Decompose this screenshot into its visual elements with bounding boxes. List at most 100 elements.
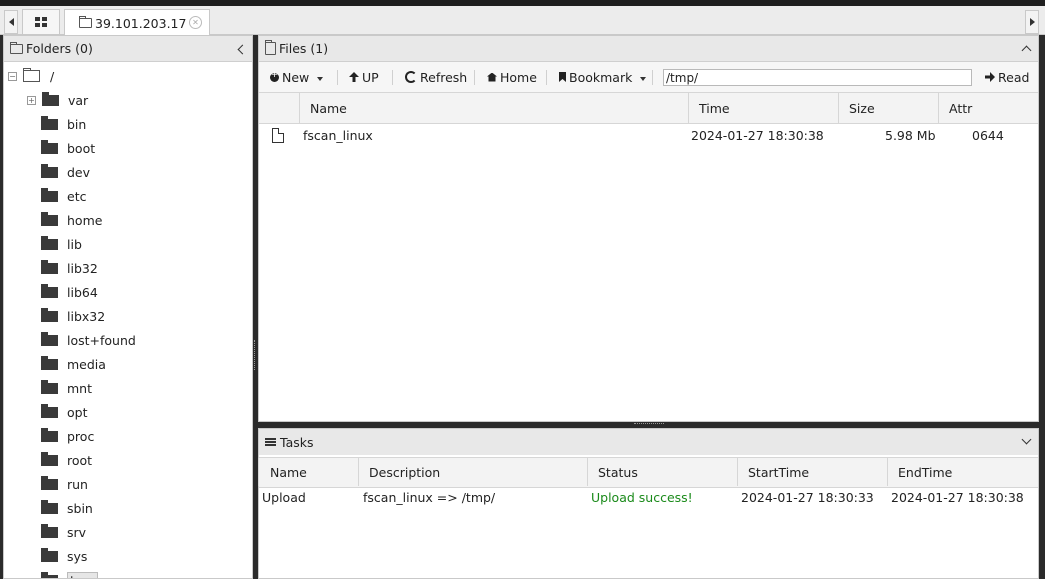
tree-item-proc[interactable]: proc [4, 424, 252, 448]
tree-item-etc[interactable]: etc [4, 184, 252, 208]
tree-item-dev[interactable]: dev [4, 160, 252, 184]
arrow-right-icon [1029, 18, 1035, 26]
bookmark-button-label: Bookmark [569, 69, 633, 85]
tree-item-libx32[interactable]: libx32 [4, 304, 252, 328]
folder-icon [41, 523, 58, 538]
table-row[interactable]: Upload fscan_linux => /tmp/ Upload succe… [259, 490, 1038, 510]
file-icon [272, 128, 284, 143]
folder-icon [10, 41, 23, 54]
tree-item-label: root [67, 452, 93, 468]
tree-item-root[interactable]: − / [4, 64, 252, 88]
task-start-time: 2024-01-27 18:30:33 [741, 490, 874, 505]
close-icon[interactable]: ✕ [189, 16, 202, 29]
tree-item-label: / [50, 68, 55, 84]
tree-item-label: sys [67, 548, 88, 564]
folder-icon [41, 379, 58, 394]
read-button[interactable]: Read [985, 62, 1029, 92]
tree-item-mnt[interactable]: mnt [4, 376, 252, 400]
tree-item-label: run [67, 476, 88, 492]
path-input[interactable] [663, 69, 972, 86]
column-description[interactable]: Description [358, 458, 588, 486]
tree-item-label: lost+found [67, 332, 136, 348]
tree-item-boot[interactable]: boot [4, 136, 252, 160]
tasks-panel-title: Tasks [280, 434, 314, 450]
folder-icon [41, 547, 58, 562]
tree-item-lib64[interactable]: lib64 [4, 280, 252, 304]
column-start-time[interactable]: StartTime [737, 458, 888, 486]
home-icon [487, 72, 497, 82]
column-attr[interactable]: Attr [938, 93, 1038, 123]
tree-item-label: lib32 [67, 260, 98, 276]
expand-down-icon[interactable] [1021, 434, 1032, 445]
folder-icon [41, 283, 58, 298]
column-size[interactable]: Size [838, 93, 939, 123]
folder-icon [41, 475, 58, 490]
files-panel: Files (1) New UP Refresh Home Bookmark [258, 35, 1039, 422]
up-button-label: UP [362, 69, 379, 85]
collapse-up-icon[interactable] [1021, 45, 1032, 56]
files-table-header: Name Time Size Attr [259, 93, 1038, 124]
tree-item-lost-found[interactable]: lost+found [4, 328, 252, 352]
grid-icon [35, 17, 47, 27]
tree-item-home[interactable]: home [4, 208, 252, 232]
column-label: EndTime [898, 464, 953, 480]
tree-item-lib[interactable]: lib [4, 232, 252, 256]
bookmark-button[interactable]: Bookmark [559, 62, 647, 92]
tree-item-label: srv [67, 524, 87, 540]
column-label: Status [598, 464, 638, 480]
files-panel-header: Files (1) [259, 36, 1038, 62]
collapse-toggle-icon[interactable]: − [8, 71, 17, 81]
tree-item-run[interactable]: run [4, 472, 252, 496]
tree-item-tmp[interactable]: tmp [4, 568, 252, 578]
expand-toggle-icon[interactable]: + [27, 95, 36, 105]
tree-item-sbin[interactable]: sbin [4, 496, 252, 520]
column-name[interactable]: Name [299, 93, 689, 123]
tree-item-root-dir[interactable]: root [4, 448, 252, 472]
plus-circle-icon [270, 70, 279, 82]
folders-panel-title: Folders (0) [26, 41, 93, 56]
column-label: StartTime [748, 464, 810, 480]
folder-icon [41, 427, 58, 442]
home-button[interactable]: Home [487, 62, 537, 92]
tree-item-lib32[interactable]: lib32 [4, 256, 252, 280]
tree-item-srv[interactable]: srv [4, 520, 252, 544]
new-button-label: New [282, 69, 310, 85]
tree-item-media[interactable]: media [4, 352, 252, 376]
tree-item-label: bin [67, 116, 87, 132]
tasks-table-header: Name Description Status StartTime EndTim… [258, 457, 1038, 488]
files-panel-title: Files (1) [279, 41, 329, 56]
tab-connection[interactable]: 39.101.203.17 ✕ [64, 9, 210, 36]
folder-open-icon [23, 68, 40, 82]
refresh-button[interactable]: Refresh [405, 62, 467, 92]
tree-item-opt[interactable]: opt [4, 400, 252, 424]
tree-item-bin[interactable]: bin [4, 112, 252, 136]
files-toolbar: New UP Refresh Home Bookmark Read [259, 62, 1038, 93]
tree-item-sys[interactable]: sys [4, 544, 252, 568]
tab-home[interactable] [22, 9, 60, 34]
column-status[interactable]: Status [587, 458, 738, 486]
table-row[interactable]: fscan_linux 2024-01-27 18:30:38 5.98 Mb … [259, 124, 1038, 148]
folder-icon [41, 163, 58, 178]
column-task-name[interactable]: Name [258, 458, 359, 486]
column-time[interactable]: Time [688, 93, 839, 123]
tab-scroll-right-button[interactable] [1025, 10, 1039, 34]
tree-item-var[interactable]: + var [4, 88, 252, 112]
task-description: fscan_linux => /tmp/ [363, 490, 496, 505]
new-button[interactable]: New [270, 62, 324, 92]
tree-item-label: dev [67, 164, 91, 180]
refresh-icon [405, 71, 417, 83]
up-button[interactable]: UP [349, 62, 379, 92]
collapse-left-icon[interactable] [237, 44, 248, 55]
caret-down-icon [317, 76, 324, 81]
folder-icon [41, 331, 58, 346]
folder-icon [41, 259, 58, 274]
tab-scroll-left-button[interactable] [4, 10, 18, 34]
vertical-splitter-handle[interactable] [254, 340, 257, 370]
arrow-right-icon [985, 72, 995, 82]
tab-connection-label: 39.101.203.17 [95, 15, 187, 31]
toolbar-divider [337, 70, 338, 85]
toolbar-divider [652, 70, 653, 85]
tree-item-label: media [67, 356, 106, 372]
horizontal-splitter-handle[interactable] [634, 423, 664, 427]
column-end-time[interactable]: EndTime [887, 458, 1038, 486]
